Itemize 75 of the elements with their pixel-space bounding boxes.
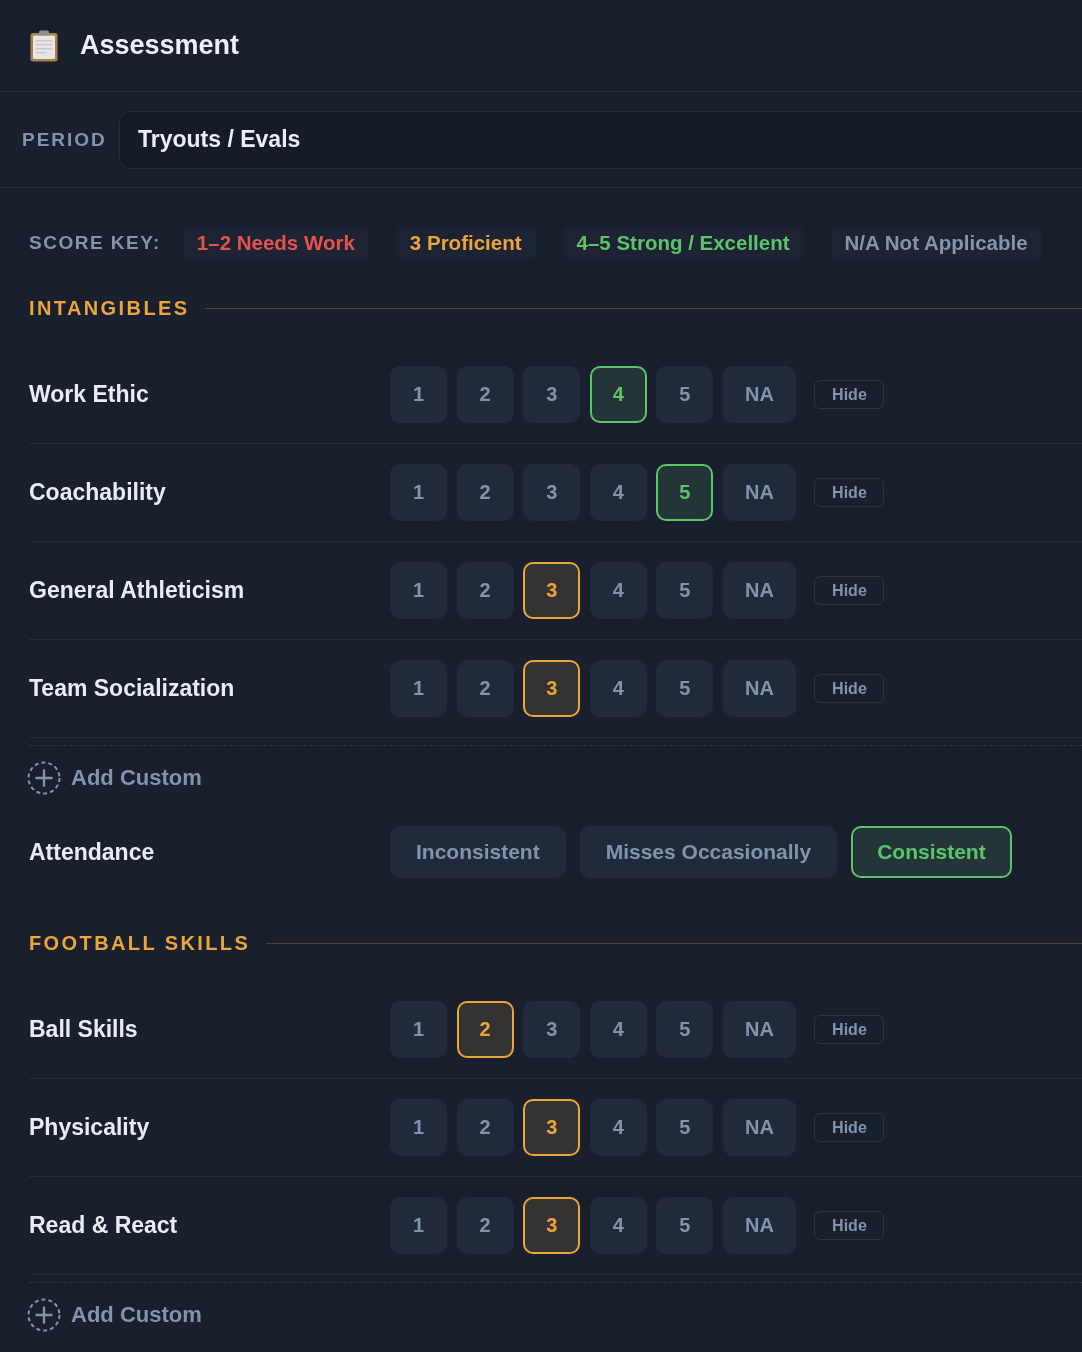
score-option[interactable]: 1 [390,562,447,619]
score-option[interactable]: 4 [589,562,647,619]
choice-option[interactable]: Consistent [851,826,1012,878]
score-option[interactable]: 3 [523,464,581,521]
score-option[interactable]: 5 [656,660,714,717]
hide-button[interactable]: Hide [814,1113,885,1142]
criterion-label: Attendance [29,838,156,866]
score-key-item: 3 Proficient [395,226,536,260]
score-option[interactable]: NA [722,660,796,717]
score-option[interactable]: 4 [589,1197,647,1254]
score-option[interactable]: NA [722,1001,796,1058]
score-option[interactable]: 5 [656,562,714,619]
period-label: PERIOD [22,128,108,151]
add-icon [27,1298,61,1332]
hide-button[interactable]: Hide [814,674,885,703]
score-option[interactable]: 3 [523,366,581,423]
score-option[interactable]: 1 [390,660,447,717]
score-key-item: 1–2 Needs Work [182,226,369,260]
hide-button[interactable]: Hide [814,478,885,507]
score-option[interactable]: NA [722,464,796,521]
score-option[interactable]: 2 [456,562,514,619]
hide-button[interactable]: Hide [814,1015,885,1044]
score-option[interactable]: 1 [390,366,447,423]
score-option[interactable]: 3 [523,1099,581,1156]
score-key-item: N/A Not Applicable [830,226,1042,260]
score-option[interactable]: NA [722,562,796,619]
score-option[interactable]: 1 [390,1001,447,1058]
score-option[interactable]: 5 [656,464,714,521]
criterion-label: Read & React [29,1212,179,1239]
score-option[interactable]: NA [722,366,796,423]
hide-button[interactable]: Hide [814,576,885,605]
score-option[interactable]: 2 [456,660,514,717]
score-option[interactable]: 4 [589,366,647,423]
criterion-label: Physicality [29,1114,151,1141]
score-option[interactable]: 2 [456,1099,514,1156]
score-option[interactable]: 4 [589,1001,647,1058]
criterion-label: Work Ethic [29,381,150,408]
score-option[interactable]: NA [722,1099,796,1156]
score-option[interactable]: 3 [523,562,581,619]
score-option[interactable]: 5 [656,1099,714,1156]
clipboard-icon [30,29,58,62]
score-option[interactable]: NA [722,1197,796,1254]
add-custom-button[interactable]: Add Custom [27,761,202,795]
score-option[interactable]: 5 [656,366,714,423]
score-option[interactable]: 4 [589,464,647,521]
hide-button[interactable]: Hide [814,380,885,409]
period-field[interactable]: Tryouts / Evals [119,110,1082,169]
score-option[interactable]: 5 [656,1197,714,1254]
score-option[interactable]: 1 [390,1197,447,1254]
choice-option[interactable]: Misses Occasionally [579,826,838,878]
add-custom-button[interactable]: Add Custom [27,1298,202,1332]
page-title: Assessment [80,30,240,61]
choice-option[interactable]: Inconsistent [390,826,566,878]
score-option[interactable]: 3 [523,1001,581,1058]
score-option[interactable]: 2 [456,366,514,423]
criterion-label: General Athleticism [29,577,246,604]
score-option[interactable]: 1 [390,464,447,521]
score-option[interactable]: 3 [523,660,581,717]
score-option[interactable]: 1 [390,1099,447,1156]
hide-button[interactable]: Hide [814,1211,885,1240]
criterion-label: Ball Skills [29,1016,139,1043]
add-icon [27,761,61,795]
score-option[interactable]: 3 [523,1197,581,1254]
score-option[interactable]: 2 [456,464,514,521]
section-title: INTANGIBLES [29,296,190,320]
criterion-label: Team Socialization [29,675,236,702]
section-title: FOOTBALL SKILLS [29,931,251,955]
score-option[interactable]: 5 [656,1001,714,1058]
score-option[interactable]: 2 [456,1001,514,1058]
score-option[interactable]: 2 [456,1197,514,1254]
score-key-item: 4–5 Strong / Excellent [562,226,804,260]
criterion-label: Coachability [29,479,167,506]
score-option[interactable]: 4 [589,660,647,717]
score-option[interactable]: 4 [589,1099,647,1156]
score-key-label: SCORE KEY: [29,232,161,254]
